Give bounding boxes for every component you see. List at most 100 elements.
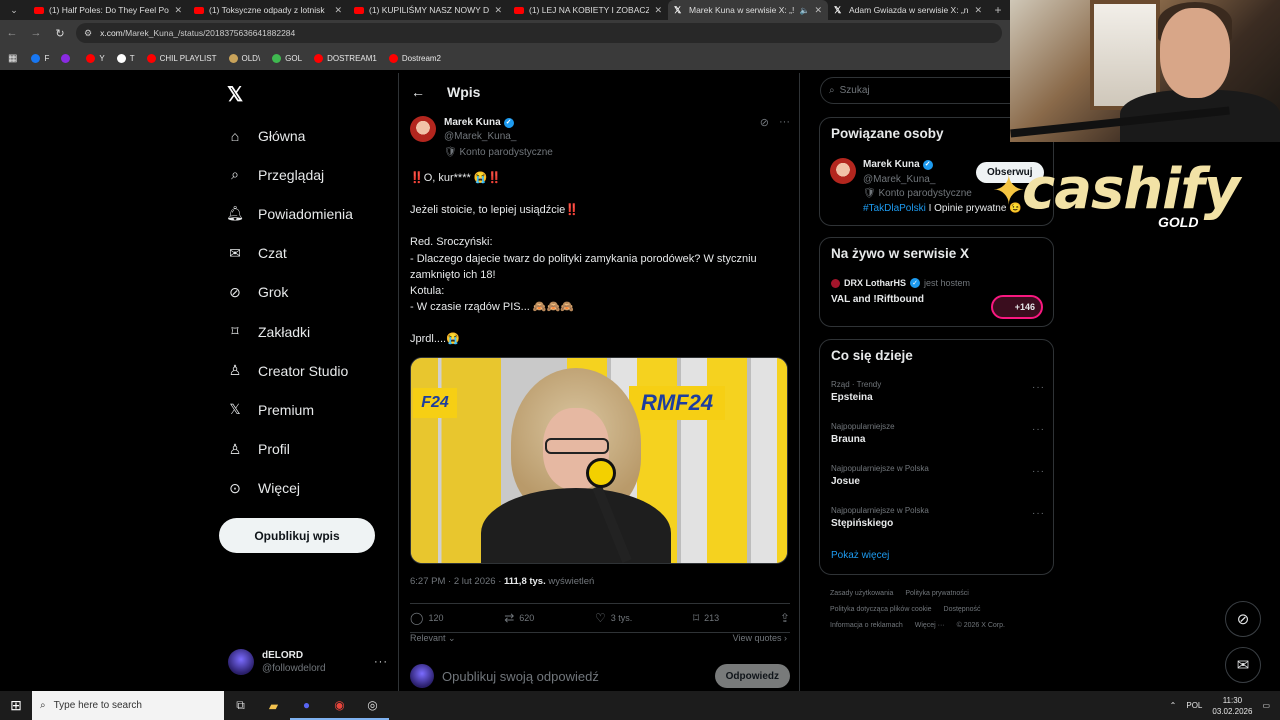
sidebar-item-premium[interactable]: 𝕏 Premium xyxy=(226,390,353,429)
close-tab-icon[interactable]: ✕ xyxy=(494,5,502,16)
notification-icon[interactable]: ▭ xyxy=(1262,701,1270,710)
windows-start-icon[interactable]: ⊞ xyxy=(0,697,32,714)
close-tab-icon[interactable]: ✕ xyxy=(974,5,982,16)
show-more-link[interactable]: Pokaż więcej xyxy=(831,550,889,561)
footer-link[interactable]: Więcej ··· xyxy=(915,622,945,629)
page-header: ← Wpis xyxy=(411,81,480,103)
sidebar-item-profil[interactable]: ♙ Profil xyxy=(226,430,353,469)
sort-replies-dropdown[interactable]: Relevant ⌄ xyxy=(410,633,456,644)
apps-icon[interactable]: ▦ xyxy=(8,53,17,64)
close-tab-icon[interactable]: ✕ xyxy=(174,5,182,16)
chevron-down-icon: ⌄ xyxy=(448,633,456,643)
obs-icon[interactable]: ◎ xyxy=(356,691,389,720)
bookmark-item[interactable]: DOSTREAM1 xyxy=(314,53,377,63)
main-column: ← Wpis Marek Kuna ✓ @Marek_Kuna_ 🛡 Konto … xyxy=(398,73,800,693)
close-tab-icon[interactable]: ✕ xyxy=(654,5,662,16)
tweet-video[interactable]: F24 RMF24 xyxy=(410,357,788,564)
sidebar-item-czat[interactable]: ✉ Czat xyxy=(226,234,353,273)
file-explorer-icon[interactable]: ▰ xyxy=(257,691,290,720)
footer-link[interactable]: Informacja o reklamach xyxy=(830,622,903,629)
messages-float-button[interactable]: ✉ xyxy=(1225,647,1261,683)
tab-5[interactable]: 𝕏 Adam Gwiazda w serwisie X: „n ✕ xyxy=(828,0,988,20)
x-logo-icon[interactable]: 𝕏 xyxy=(227,82,243,107)
bookmark-item[interactable]: OLD\ xyxy=(228,53,260,63)
forward-icon[interactable]: → xyxy=(24,27,48,39)
account-switcher[interactable]: dELORD @followdelord ··· xyxy=(228,645,388,679)
bookmark-item[interactable]: CHIL PLAYLIST xyxy=(146,53,217,63)
more-icon[interactable]: ··· xyxy=(1032,424,1045,435)
grok-icon[interactable]: ⊘ xyxy=(760,116,769,160)
grok-float-button[interactable]: ⊘ xyxy=(1225,601,1261,637)
tab-3[interactable]: (1) LEJ NA KOBIETY I ZOBACZY ✕ xyxy=(508,0,668,20)
more-icon[interactable]: ··· xyxy=(779,116,790,160)
card-title: Na żywo w serwisie X xyxy=(831,246,970,261)
like-action[interactable]: ♡ 3 tys. xyxy=(595,611,632,625)
tray-chevron-icon[interactable]: ⌃ xyxy=(1170,701,1177,710)
trend-item[interactable]: Rząd · Trendy Epsteina ··· xyxy=(831,380,1045,403)
trend-item[interactable]: Najpopularniejsze w Polska Josue ··· xyxy=(831,464,1045,487)
sidebar-item-powiadomienia[interactable]: 🔔︎ Powiadomienia xyxy=(226,194,353,233)
sidebar-item-przeglądaj[interactable]: ⌕ Przeglądaj xyxy=(226,155,353,194)
back-icon[interactable]: ← xyxy=(0,27,24,39)
reload-icon[interactable]: ↻ xyxy=(48,27,72,40)
bookmark-action[interactable]: ⌑ 213 xyxy=(693,611,719,625)
close-tab-icon[interactable]: ✕ xyxy=(814,5,822,16)
more-icon[interactable]: ··· xyxy=(1032,466,1045,477)
post-button[interactable]: Opublikuj wpis xyxy=(219,518,375,553)
author-handle[interactable]: @Marek_Kuna_ xyxy=(444,130,553,144)
close-tab-icon[interactable]: ✕ xyxy=(334,5,342,16)
chrome-icon[interactable]: ◉ xyxy=(323,691,356,720)
address-bar: ← → ↻ ⚙ x.com/Marek_Kuna_/status/2018375… xyxy=(0,20,1010,46)
new-tab-button[interactable]: + xyxy=(988,3,1008,17)
taskbar-search[interactable]: ⌕ Type here to search xyxy=(32,691,224,720)
sidebar-item-label: Creator Studio xyxy=(258,362,349,379)
sidebar-item-creator-studio[interactable]: ♙ Creator Studio xyxy=(226,351,353,390)
trend-item[interactable]: Najpopularniejsze w Polska Stępińskiego ··… xyxy=(831,506,1045,529)
repost-icon: ⇄ xyxy=(504,611,515,625)
site-info-icon[interactable]: ⚙ xyxy=(84,28,92,39)
reply-button[interactable]: Odpowiedz xyxy=(714,664,790,688)
tweet-time[interactable]: 6:27 PM · 2 lut 2026 · xyxy=(410,576,504,587)
sidebar-item-zakładki[interactable]: ⌑ Zakładki xyxy=(226,312,353,351)
back-arrow-icon[interactable]: ← xyxy=(411,84,425,100)
author-avatar[interactable] xyxy=(410,116,436,142)
bookmark-item[interactable]: F xyxy=(31,53,49,63)
tab-4[interactable]: 𝕏 Marek Kuna w serwisie X: „‼ 🔈 ✕ xyxy=(668,0,828,20)
bookmark-item[interactable]: Dostream2 xyxy=(388,53,441,63)
footer-link[interactable]: Dostępność xyxy=(944,606,981,613)
tab-0[interactable]: (1) Half Poles: Do They Feel Pol ✕ xyxy=(28,0,188,20)
trend-item[interactable]: Najpopularniejsze Brauna ··· xyxy=(831,422,1045,445)
speaker-icon[interactable]: 🔈 xyxy=(799,6,809,15)
taskbar-search-placeholder: Type here to search xyxy=(53,700,142,711)
bookmark-item[interactable] xyxy=(61,53,74,63)
webcam-overlay xyxy=(1010,0,1280,142)
task-view-icon[interactable]: ⧉ xyxy=(224,691,257,720)
more-icon[interactable]: ··· xyxy=(374,656,388,668)
view-quotes-link[interactable]: View quotes › xyxy=(733,633,787,643)
repost-action[interactable]: ⇄ 620 xyxy=(504,611,534,625)
reply-input[interactable]: Opublikuj swoją odpowiedź xyxy=(442,669,599,684)
tab-search-icon[interactable]: ⌄ xyxy=(0,0,28,20)
sidebar-item-grok[interactable]: ⊘ Grok xyxy=(226,273,353,312)
bookmark-item[interactable]: T xyxy=(116,53,135,63)
more-icon[interactable]: ··· xyxy=(1032,508,1045,519)
input-language[interactable]: POL xyxy=(1186,701,1202,710)
clock[interactable]: 11:30 03.02.2026 xyxy=(1212,695,1252,717)
hashtag-link[interactable]: #TakDlaPolski xyxy=(863,203,926,214)
tab-2[interactable]: (1) KUPILIŚMY NASZ NOWY DO ✕ xyxy=(348,0,508,20)
tab-1[interactable]: (1) Toksyczne odpady z lotnisk ✕ xyxy=(188,0,348,20)
author-name[interactable]: Marek Kuna xyxy=(444,116,501,130)
sidebar-item-główna[interactable]: ⌂ Główna xyxy=(226,116,353,155)
bookmark-item[interactable]: GOL xyxy=(272,53,302,63)
sidebar-item-więcej[interactable]: ⊙ Więcej xyxy=(226,469,353,508)
listeners-badge[interactable]: +146 xyxy=(991,295,1043,319)
discord-icon[interactable]: ● xyxy=(290,691,323,720)
footer-link[interactable]: Polityka dotycząca plików cookie xyxy=(830,606,932,613)
reply-action[interactable]: ◯ 120 xyxy=(410,611,443,625)
bookmark-item[interactable]: Y xyxy=(86,53,105,63)
share-action[interactable]: ⇪ xyxy=(780,611,790,625)
more-icon[interactable]: ··· xyxy=(1032,382,1045,393)
footer-link[interactable]: Polityka prywatności xyxy=(905,590,968,597)
footer-link[interactable]: Zasady użytkowania xyxy=(830,590,893,597)
url-field[interactable]: ⚙ x.com/Marek_Kuna_/status/2018375636641… xyxy=(76,23,1002,43)
